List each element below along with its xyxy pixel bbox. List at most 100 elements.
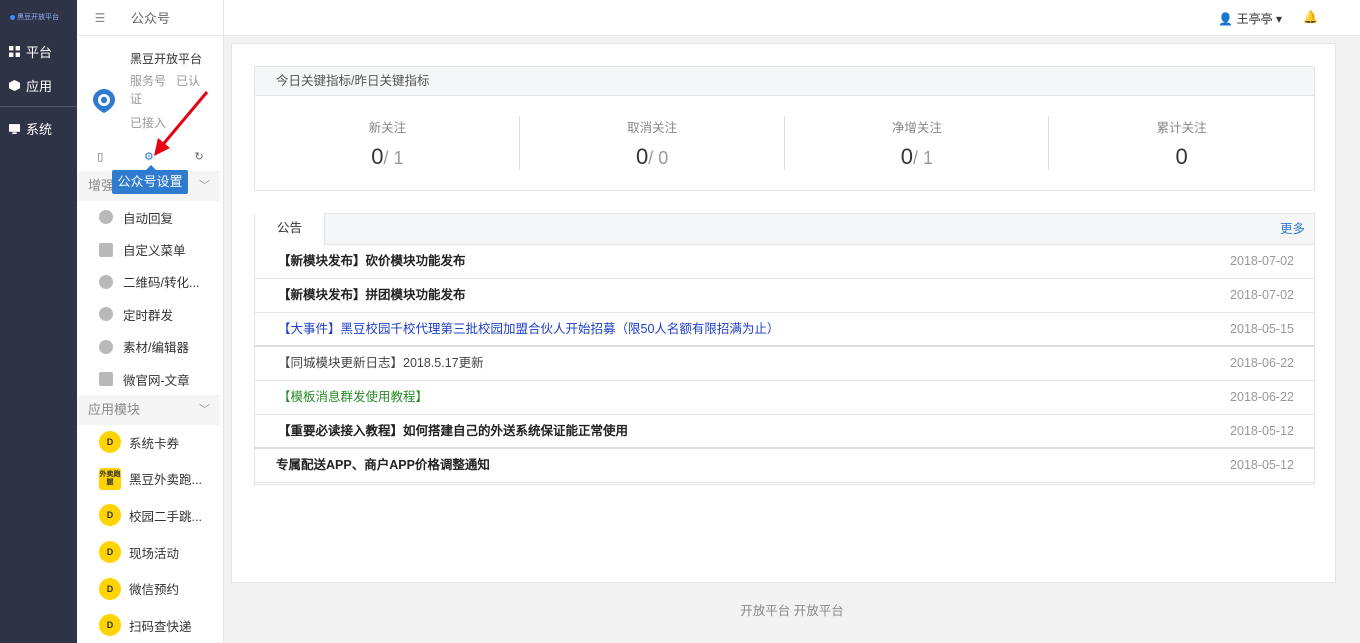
notice-title[interactable]: 专属配送APP、商户APP价格调整通知 <box>276 458 490 472</box>
notice-row[interactable]: 【重要必读接入教程】如何搭建自己的外送系统保证能正常使用 2018-05-12 <box>255 415 1314 449</box>
app-item-label: 现场活动 <box>129 546 180 561</box>
notice-date: 2018-05-12 <box>1230 458 1294 472</box>
qrcode-icon <box>99 274 113 289</box>
nav-item-system[interactable]: 系统 <box>0 111 77 145</box>
notice-title[interactable]: 【同城模块更新日志】2018.5.17更新 <box>278 356 484 370</box>
collapse-menu-icon[interactable]: ☰ <box>85 11 115 25</box>
notice-row[interactable]: 专属配送APP、商户APP价格调整通知 2018-05-12 <box>255 449 1314 483</box>
nav-item-platform[interactable]: 平台 <box>0 34 77 68</box>
chat-icon <box>99 210 113 225</box>
account-avatar-icon[interactable] <box>93 89 115 113</box>
app-badge-icon: D <box>99 431 121 454</box>
notice-date: 2018-06-22 <box>1230 356 1294 370</box>
notice-title[interactable]: 【大事件】黑豆校园千校代理第三批校园加盟合伙人开始招募（限50人名额有限招满为止… <box>278 322 779 336</box>
nav-item-label: 系统 <box>26 121 53 137</box>
notice-date: 2018-06-22 <box>1230 390 1294 404</box>
monitor-icon <box>9 123 20 134</box>
logo[interactable]: 黑豆开放平台 <box>0 0 77 34</box>
menu-item-label: 微官网-文章 <box>123 373 190 388</box>
stat-new-follow: 新关注 0/ 1 <box>255 96 520 191</box>
stat-value: 0/ 0 <box>520 144 785 170</box>
user-menu[interactable]: 👤 王亭亭 ▾ <box>1218 10 1282 27</box>
stat-net-follow: 净增关注 0/ 1 <box>785 96 1050 191</box>
home-icon <box>99 372 113 387</box>
stat-unfollow: 取消关注 0/ 0 <box>520 96 785 191</box>
key-metrics-title: 今日关键指标/昨日关键指标 <box>255 67 1314 96</box>
app-item-express-lookup[interactable]: D 扫码查快递 <box>77 607 220 643</box>
app-item-takeout[interactable]: 外卖跑腿 黑豆外卖跑... <box>77 461 220 498</box>
app-item-campus-secondhand[interactable]: D 校园二手跳... <box>77 497 220 534</box>
app-item-coupons[interactable]: D 系统卡券 <box>77 424 220 461</box>
notice-title[interactable]: 【重要必读接入教程】如何搭建自己的外送系统保证能正常使用 <box>278 424 628 438</box>
app-badge-icon: D <box>99 504 121 527</box>
menu-item-materials[interactable]: 素材/编辑器 <box>77 331 220 363</box>
menu-item-label: 自动回复 <box>123 211 174 226</box>
notice-row[interactable]: 【同城模块更新日志】2018.5.17更新 2018-06-22 <box>255 347 1314 381</box>
user-name: 王亭亭 <box>1236 12 1273 26</box>
notice-row[interactable]: 【新模块发布】砍价模块功能发布 2018-07-02 <box>255 245 1314 279</box>
chevron-down-icon: ﹀ <box>199 180 210 192</box>
stat-yesterday: / 1 <box>912 148 933 168</box>
stat-value: 0/ 1 <box>255 144 520 170</box>
stat-label: 累计关注 <box>1156 121 1207 135</box>
notice-header: 公告 更多 <box>255 213 1314 245</box>
more-link[interactable]: 更多 <box>1280 214 1305 245</box>
enhance-menu: 自动回复 自定义菜单 二维码/转化... 定时群发 素材/编辑器 微官网-文章 <box>77 201 220 395</box>
menu-item-label: 定时群发 <box>123 308 174 323</box>
stat-today: 0 <box>371 144 384 169</box>
group-title: 增强 <box>88 178 115 193</box>
settings-tooltip: 公众号设置 <box>112 165 188 194</box>
edit-doc-icon <box>99 242 113 257</box>
app-item-label: 校园二手跳... <box>129 509 202 524</box>
clock-icon <box>99 307 113 322</box>
chevron-down-icon: ﹀ <box>199 404 210 416</box>
notice-title[interactable]: 【模板消息群发使用教程】 <box>278 390 428 404</box>
mobile-icon[interactable]: ▯ <box>97 150 103 163</box>
notice-date: 2018-05-15 <box>1230 322 1294 336</box>
logo-text: 黑豆开放平台 <box>17 14 59 21</box>
app-item-label: 黑豆外卖跑... <box>129 473 202 488</box>
stat-label: 新关注 <box>368 121 407 135</box>
menu-item-auto-reply[interactable]: 自动回复 <box>77 201 220 233</box>
top-bar: 👤 王亭亭 ▾ 🔔 <box>224 0 1360 36</box>
stat-label: 净增关注 <box>891 121 942 135</box>
pencil-icon <box>99 339 113 354</box>
bell-icon[interactable]: 🔔 <box>1303 10 1318 24</box>
notice-title[interactable]: 【新模块发布】砍价模块功能发布 <box>278 254 466 268</box>
app-item-label: 微信预约 <box>129 583 180 598</box>
notice-row[interactable]: 【新模块发布】拼团模块功能发布 2018-07-02 <box>255 279 1314 313</box>
notice-title[interactable]: 【新模块发布】拼团模块功能发布 <box>278 288 466 302</box>
sidebar-title: 公众号 <box>131 11 171 26</box>
menu-item-scheduled-send[interactable]: 定时群发 <box>77 298 220 330</box>
annotation-arrow-icon <box>154 91 209 156</box>
stat-value: 0 <box>1049 144 1314 170</box>
logo-mark-icon <box>10 14 15 20</box>
menu-item-microsite[interactable]: 微官网-文章 <box>77 363 220 395</box>
app-badge-icon: D <box>99 577 121 600</box>
nav-divider <box>0 106 77 107</box>
main-nav: 黑豆开放平台 平台 应用 系统 <box>0 0 77 643</box>
takeout-badge-icon: 外卖跑腿 <box>99 467 121 490</box>
main-content: 今日关键指标/昨日关键指标 新关注 0/ 1 取消关注 0/ 0 净增关注 0/… <box>231 43 1336 583</box>
page-footer: 开放平台 开放平台 <box>740 604 844 618</box>
user-icon: 👤 <box>1218 12 1234 26</box>
tab-notice[interactable]: 公告 <box>255 213 325 245</box>
nav-item-apps[interactable]: 应用 <box>0 68 77 102</box>
notice-row[interactable]: 【模板消息群发使用教程】 2018-06-22 <box>255 381 1314 415</box>
account-name: 黑豆开放平台 <box>130 52 203 66</box>
notice-row[interactable]: 【大事件】黑豆校园千校代理第三批校园加盟合伙人开始招募（限50人名额有限招满为止… <box>255 313 1314 347</box>
group-header-apps[interactable]: 应用模块 ﹀ <box>77 395 220 425</box>
menu-item-qrcode[interactable]: 二维码/转化... <box>77 266 220 298</box>
app-item-label: 系统卡券 <box>129 436 180 451</box>
menu-item-label: 自定义菜单 <box>123 244 186 259</box>
stat-total-follow: 累计关注 0 <box>1049 96 1314 191</box>
sidebar-header: ☰ 公众号 <box>77 0 223 36</box>
app-item-label: 扫码查快递 <box>129 619 192 634</box>
cube-icon <box>9 79 20 91</box>
menu-item-label: 素材/编辑器 <box>123 341 189 356</box>
app-item-live-event[interactable]: D 现场活动 <box>77 534 220 571</box>
app-item-wechat-booking[interactable]: D 微信预约 <box>77 570 220 607</box>
caret-down-icon: ▾ <box>1275 12 1282 26</box>
stat-today: 0 <box>900 144 913 169</box>
menu-item-custom-menu[interactable]: 自定义菜单 <box>77 233 220 265</box>
